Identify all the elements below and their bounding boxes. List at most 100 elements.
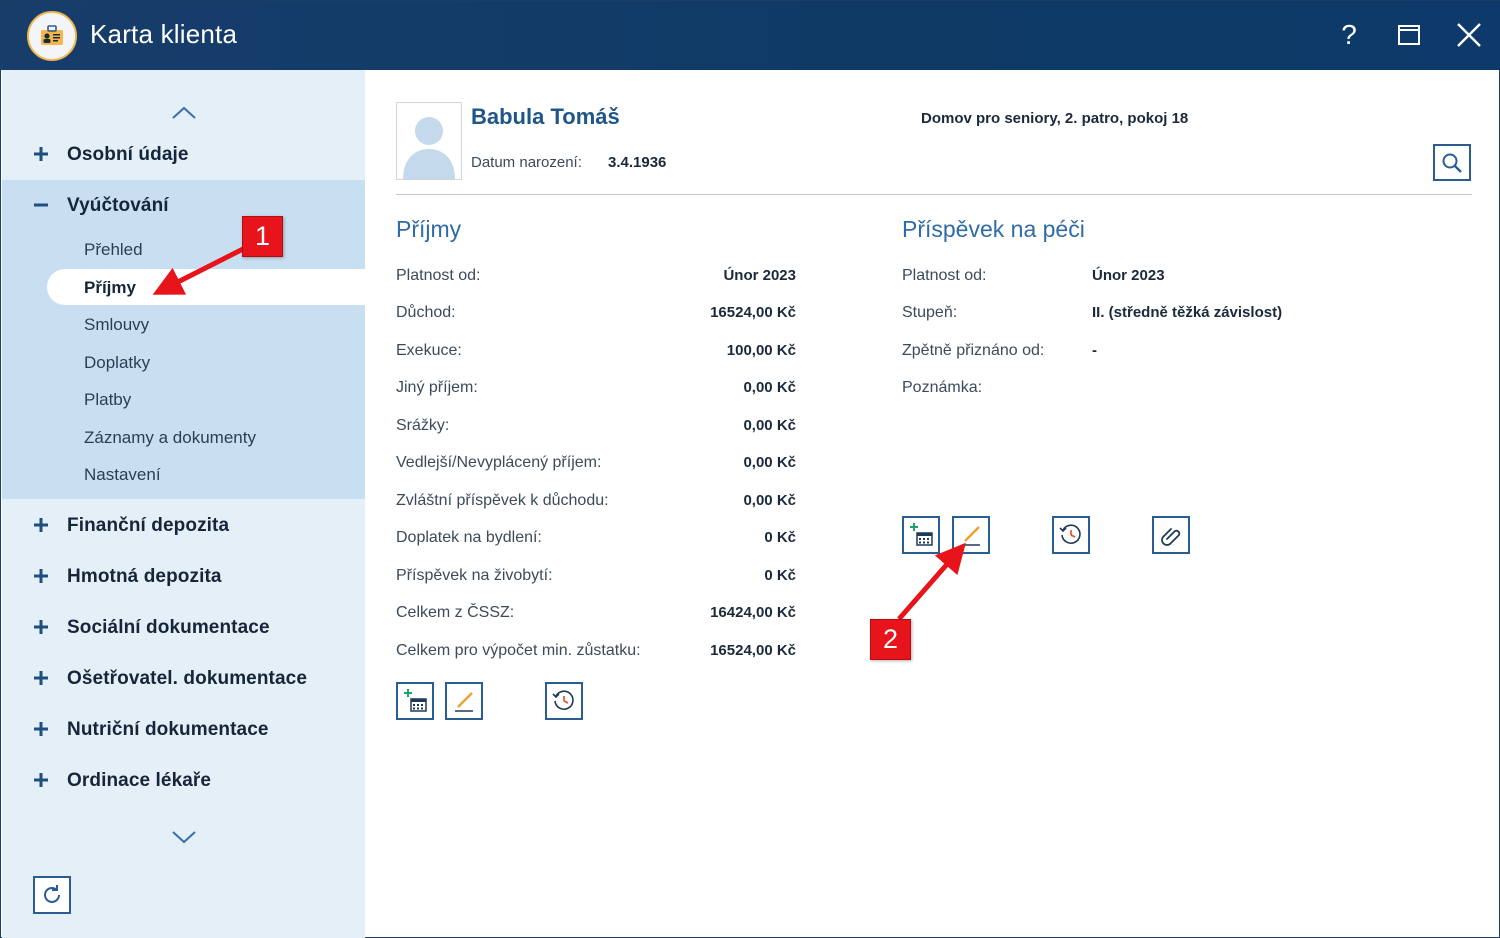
sidebar-item-ordinace-lekare[interactable]: Ordinace lékaře — [2, 755, 365, 806]
income-row-value: 0,00 Kč — [743, 379, 796, 396]
refresh-button[interactable] — [33, 876, 71, 914]
sidebar-item-osetrovatel-dokumentace[interactable]: Ošetřovatel. dokumentace — [2, 653, 365, 704]
plus-icon — [34, 518, 48, 532]
sidebar-subitem-platby[interactable]: Platby — [84, 390, 131, 410]
care-edit-button[interactable] — [952, 516, 990, 554]
care-row-label: Platnost od: — [902, 267, 987, 284]
sidebar: Osobní údaje Vyúčtování Přehled Příjmy S… — [2, 70, 365, 938]
income-row-label: Příspěvek na živobytí: — [396, 567, 553, 584]
care-row-label: Zpětně přiznáno od: — [902, 342, 1045, 359]
care-row-label: Poznámka: — [902, 379, 983, 396]
income-row-value: 16424,00 Kč — [710, 604, 796, 621]
scroll-down-button[interactable] — [164, 822, 204, 852]
sidebar-item-label: Nutriční dokumentace — [67, 718, 269, 740]
care-row-label: Stupeň: — [902, 304, 958, 321]
sidebar-subitem-zaznamy[interactable]: Záznamy a dokumenty — [84, 428, 256, 448]
income-row-value: 0,00 Kč — [743, 492, 796, 509]
birth-date-label: Datum narození: — [471, 154, 582, 171]
sidebar-item-label: Ordinace lékaře — [67, 769, 212, 791]
sidebar-subitem-prijmy[interactable]: Příjmy — [84, 278, 136, 298]
plus-icon — [34, 671, 48, 685]
history-icon — [1059, 524, 1081, 544]
income-history-button[interactable] — [545, 682, 583, 720]
plus-icon — [34, 569, 48, 583]
income-row-value: 0 Kč — [764, 529, 796, 546]
sidebar-item-financni-depozita[interactable]: Finanční depozita — [2, 500, 365, 551]
annotation-badge-1: 1 — [242, 216, 283, 257]
care-add-button[interactable] — [902, 516, 940, 554]
plus-icon — [34, 620, 48, 634]
plus-icon — [34, 773, 48, 787]
income-row-value: 0,00 Kč — [743, 454, 796, 471]
sidebar-item-label: Vyúčtování — [67, 194, 169, 216]
sidebar-subitem-doplatky[interactable]: Doplatky — [84, 353, 150, 373]
care-row-value: - — [1092, 342, 1097, 359]
sidebar-item-label: Ošetřovatel. dokumentace — [67, 667, 307, 689]
income-row-value: 0 Kč — [764, 567, 796, 584]
sidebar-subitem-nastaveni[interactable]: Nastavení — [84, 465, 161, 485]
sidebar-item-socialni-dokumentace[interactable]: Sociální dokumentace — [2, 602, 365, 653]
scroll-up-button[interactable] — [164, 98, 204, 128]
close-icon — [1457, 23, 1481, 47]
care-row-value: Únor 2023 — [1092, 267, 1165, 284]
maximize-button[interactable] — [1389, 15, 1429, 55]
pencil-icon — [455, 692, 473, 712]
income-row-label: Celkem z ČSSZ: — [396, 604, 515, 621]
add-calendar-icon — [404, 689, 427, 712]
income-section-title: Příjmy — [396, 216, 462, 242]
income-row-label: Zvláštní příspěvek k důchodu: — [396, 492, 609, 509]
person-placeholder-icon — [403, 117, 455, 179]
care-attachment-button[interactable] — [1152, 516, 1190, 554]
income-edit-button[interactable] — [445, 682, 483, 720]
income-row-value: 16524,00 Kč — [710, 642, 796, 659]
income-row-value: 0,00 Kč — [743, 417, 796, 434]
chevron-down-icon — [172, 831, 196, 844]
income-row-value: 16524,00 Kč — [710, 304, 796, 321]
sidebar-item-vyuctovani[interactable]: Vyúčtování — [2, 180, 365, 231]
maximize-icon — [1398, 25, 1420, 45]
income-row-label: Vedlejší/Nevyplácený příjem: — [396, 454, 602, 471]
sidebar-item-hmotna-depozita[interactable]: Hmotná depozita — [2, 551, 365, 602]
add-calendar-icon — [910, 523, 933, 546]
minus-icon — [34, 203, 48, 207]
annotation-arrow-2 — [897, 542, 966, 621]
avatar — [396, 102, 462, 180]
plus-icon — [34, 722, 48, 736]
search-button[interactable] — [1433, 144, 1471, 181]
sidebar-item-label: Finanční depozita — [67, 514, 230, 536]
care-history-button[interactable] — [1052, 516, 1090, 554]
sidebar-item-label: Hmotná depozita — [67, 565, 222, 587]
plus-icon — [34, 147, 48, 161]
client-address: Domov pro seniory, 2. patro, pokoj 18 — [921, 110, 1189, 127]
window-title: Karta klienta — [90, 19, 238, 49]
sidebar-subitem-smlouvy[interactable]: Smlouvy — [84, 315, 149, 335]
income-add-button[interactable] — [396, 682, 434, 720]
sidebar-item-label: Sociální dokumentace — [67, 616, 270, 638]
client-name: Babula Tomáš — [471, 104, 620, 129]
title-bar: Karta klienta ? — [1, 1, 1500, 70]
income-row-value: 100,00 Kč — [726, 342, 796, 359]
sidebar-item-label: Osobní údaje — [67, 143, 189, 165]
history-icon — [552, 690, 574, 710]
birth-date-value: 3.4.1936 — [608, 154, 667, 171]
client-card-window: Karta klienta ? Osobní údaje Vyúčtování … — [0, 0, 1500, 938]
income-row-label: Jiný příjem: — [396, 379, 478, 396]
close-button[interactable] — [1449, 15, 1489, 55]
paperclip-icon — [1161, 528, 1181, 546]
header-divider — [396, 194, 1472, 195]
pencil-icon — [962, 526, 980, 546]
chevron-up-icon — [172, 106, 196, 119]
help-button[interactable]: ? — [1329, 15, 1369, 55]
income-row-label: Srážky: — [396, 417, 450, 434]
sidebar-item-osobni-udaje[interactable]: Osobní údaje — [2, 129, 365, 180]
search-icon — [1442, 153, 1462, 173]
income-row-label: Platnost od: — [396, 267, 481, 284]
income-row-label: Doplatek na bydlení: — [396, 529, 542, 546]
client-card-app-icon — [27, 11, 77, 61]
annotation-badge-2: 2 — [870, 619, 911, 660]
care-section-title: Příspěvek na péči — [902, 216, 1085, 242]
income-row-label: Celkem pro výpočet min. zůstatku: — [396, 642, 641, 659]
income-row-label: Exekuce: — [396, 342, 462, 359]
sidebar-subitem-prehled[interactable]: Přehled — [84, 240, 143, 260]
sidebar-item-nutricni-dokumentace[interactable]: Nutriční dokumentace — [2, 704, 365, 755]
